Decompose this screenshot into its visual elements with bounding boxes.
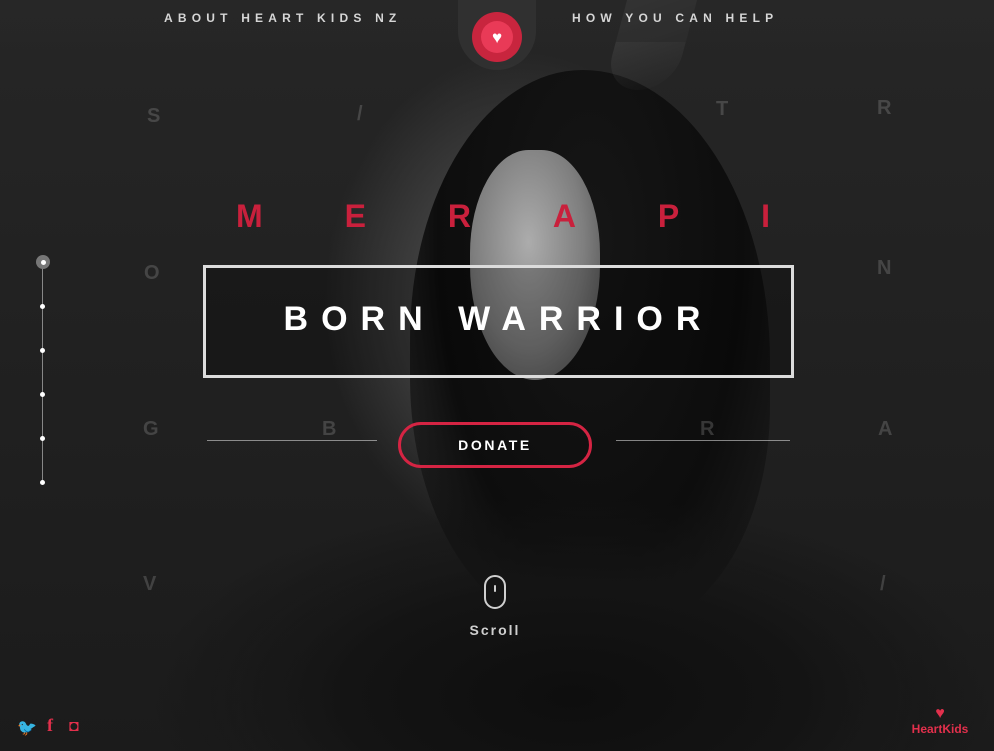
ghost-letter: R [700, 418, 715, 440]
hero-name-letter: R [447, 198, 471, 234]
scroll-label[interactable]: Scroll [460, 622, 530, 638]
ghost-letter: B [322, 418, 337, 440]
divider-right [616, 440, 790, 441]
slide-nav-track [42, 262, 43, 484]
brand-name: HeartKids [911, 722, 969, 736]
hero-name-letter: P [657, 198, 680, 234]
hero-name-letter: M [236, 198, 263, 234]
instagram-icon[interactable]: ◘ [69, 718, 79, 736]
ghost-letter: R [877, 97, 892, 119]
divider-left [207, 440, 377, 441]
hero-title: BORN WARRIOR [283, 300, 714, 338]
nav-help-link[interactable]: HOW YOU CAN HELP [572, 11, 778, 25]
ghost-letter: O [144, 262, 160, 284]
slide-nav-dot[interactable] [40, 480, 45, 485]
ghost-letter: V [143, 573, 157, 595]
heart-icon: ♥ [935, 705, 945, 722]
slide-nav-dot[interactable] [40, 304, 45, 309]
hero-name-letter: I [761, 198, 770, 234]
ghost-letter: S [147, 105, 161, 127]
heartkids-brand-logo[interactable]: ♥ HeartKids [900, 705, 980, 737]
slide-nav-dot[interactable] [40, 348, 45, 353]
slide-nav-dot-active[interactable] [36, 255, 50, 269]
ghost-letter: A [878, 418, 893, 440]
facebook-icon[interactable]: f [47, 715, 53, 736]
ghost-letter: / [880, 573, 886, 595]
hero-photo-feathers [150, 480, 994, 751]
hero-name-letter: A [552, 198, 576, 234]
scroll-mouse-icon[interactable] [484, 575, 506, 609]
twitter-icon[interactable]: 🐦 [17, 718, 37, 738]
hero-name: M E R A P I [236, 198, 770, 235]
ghost-letter: / [357, 103, 363, 125]
slide-nav-dot[interactable] [40, 392, 45, 397]
ghost-letter: G [143, 418, 159, 440]
slide-nav-dot[interactable] [40, 436, 45, 441]
heart-logo-icon[interactable]: ♥ [481, 21, 513, 53]
hero-name-letter: E [344, 198, 366, 234]
ghost-letter: T [716, 98, 729, 120]
ghost-letter: N [877, 257, 892, 279]
donate-button[interactable]: DONATE [398, 422, 592, 468]
nav-about-link[interactable]: ABOUT HEART KIDS NZ [164, 11, 401, 25]
